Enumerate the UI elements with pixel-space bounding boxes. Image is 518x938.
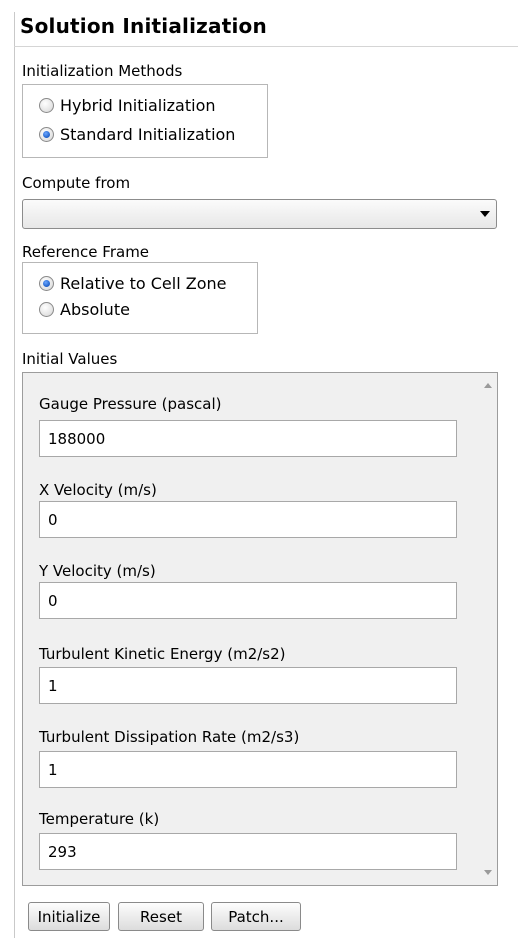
radio-hybrid-label: Hybrid Initialization [60,96,216,115]
panel-title: Solution Initialization [20,14,267,38]
reference-frame-label: Reference Frame [22,243,150,261]
radio-absolute-indicator [39,302,54,317]
y-velocity-label: Y Velocity (m/s) [39,562,156,580]
radio-standard-indicator [39,127,54,142]
patch-button[interactable]: Patch... [211,902,301,931]
radio-relative-label: Relative to Cell Zone [60,274,227,293]
dropdown-arrow-icon [480,211,490,217]
compute-from-dropdown[interactable] [22,199,497,229]
initial-values-content: Gauge Pressure (pascal) X Velocity (m/s)… [23,373,479,885]
radio-standard-label: Standard Initialization [60,125,236,144]
temperature-input[interactable] [39,833,457,870]
title-divider [14,46,518,47]
init-methods-label: Initialization Methods [22,62,183,80]
gauge-pressure-label: Gauge Pressure (pascal) [39,395,222,413]
turbulent-kinetic-energy-input[interactable] [39,667,457,704]
temperature-label: Temperature (k) [39,810,160,828]
turbulent-dissipation-rate-input[interactable] [39,751,457,788]
init-methods-group: Hybrid Initialization Standard Initializ… [22,84,268,158]
x-velocity-input[interactable] [39,501,457,538]
vertical-scrollbar[interactable] [479,373,497,885]
reset-button[interactable]: Reset [118,902,204,931]
initial-values-label: Initial Values [22,350,118,368]
x-velocity-label: X Velocity (m/s) [39,481,157,499]
initialize-button[interactable]: Initialize [28,902,110,931]
initial-values-scroll-area[interactable]: Gauge Pressure (pascal) X Velocity (m/s)… [22,372,498,886]
radio-absolute[interactable]: Absolute [39,300,130,319]
scroll-down-arrow-icon[interactable] [484,870,492,875]
radio-relative-indicator [39,276,54,291]
turbulent-kinetic-energy-label: Turbulent Kinetic Energy (m2/s2) [39,645,286,663]
radio-hybrid-indicator [39,98,54,113]
radio-absolute-label: Absolute [60,300,130,319]
solution-initialization-panel: Solution Initialization Initialization M… [0,0,518,938]
turbulent-dissipation-rate-label: Turbulent Dissipation Rate (m2/s3) [39,728,300,746]
radio-hybrid-initialization[interactable]: Hybrid Initialization [39,96,216,115]
gauge-pressure-input[interactable] [39,420,457,457]
left-border [14,12,15,938]
radio-standard-initialization[interactable]: Standard Initialization [39,125,235,144]
reference-frame-group: Relative to Cell Zone Absolute [22,262,258,334]
scroll-up-arrow-icon[interactable] [484,383,492,388]
y-velocity-input[interactable] [39,582,457,619]
radio-relative-to-cell-zone[interactable]: Relative to Cell Zone [39,274,226,293]
compute-from-label: Compute from [22,174,131,192]
